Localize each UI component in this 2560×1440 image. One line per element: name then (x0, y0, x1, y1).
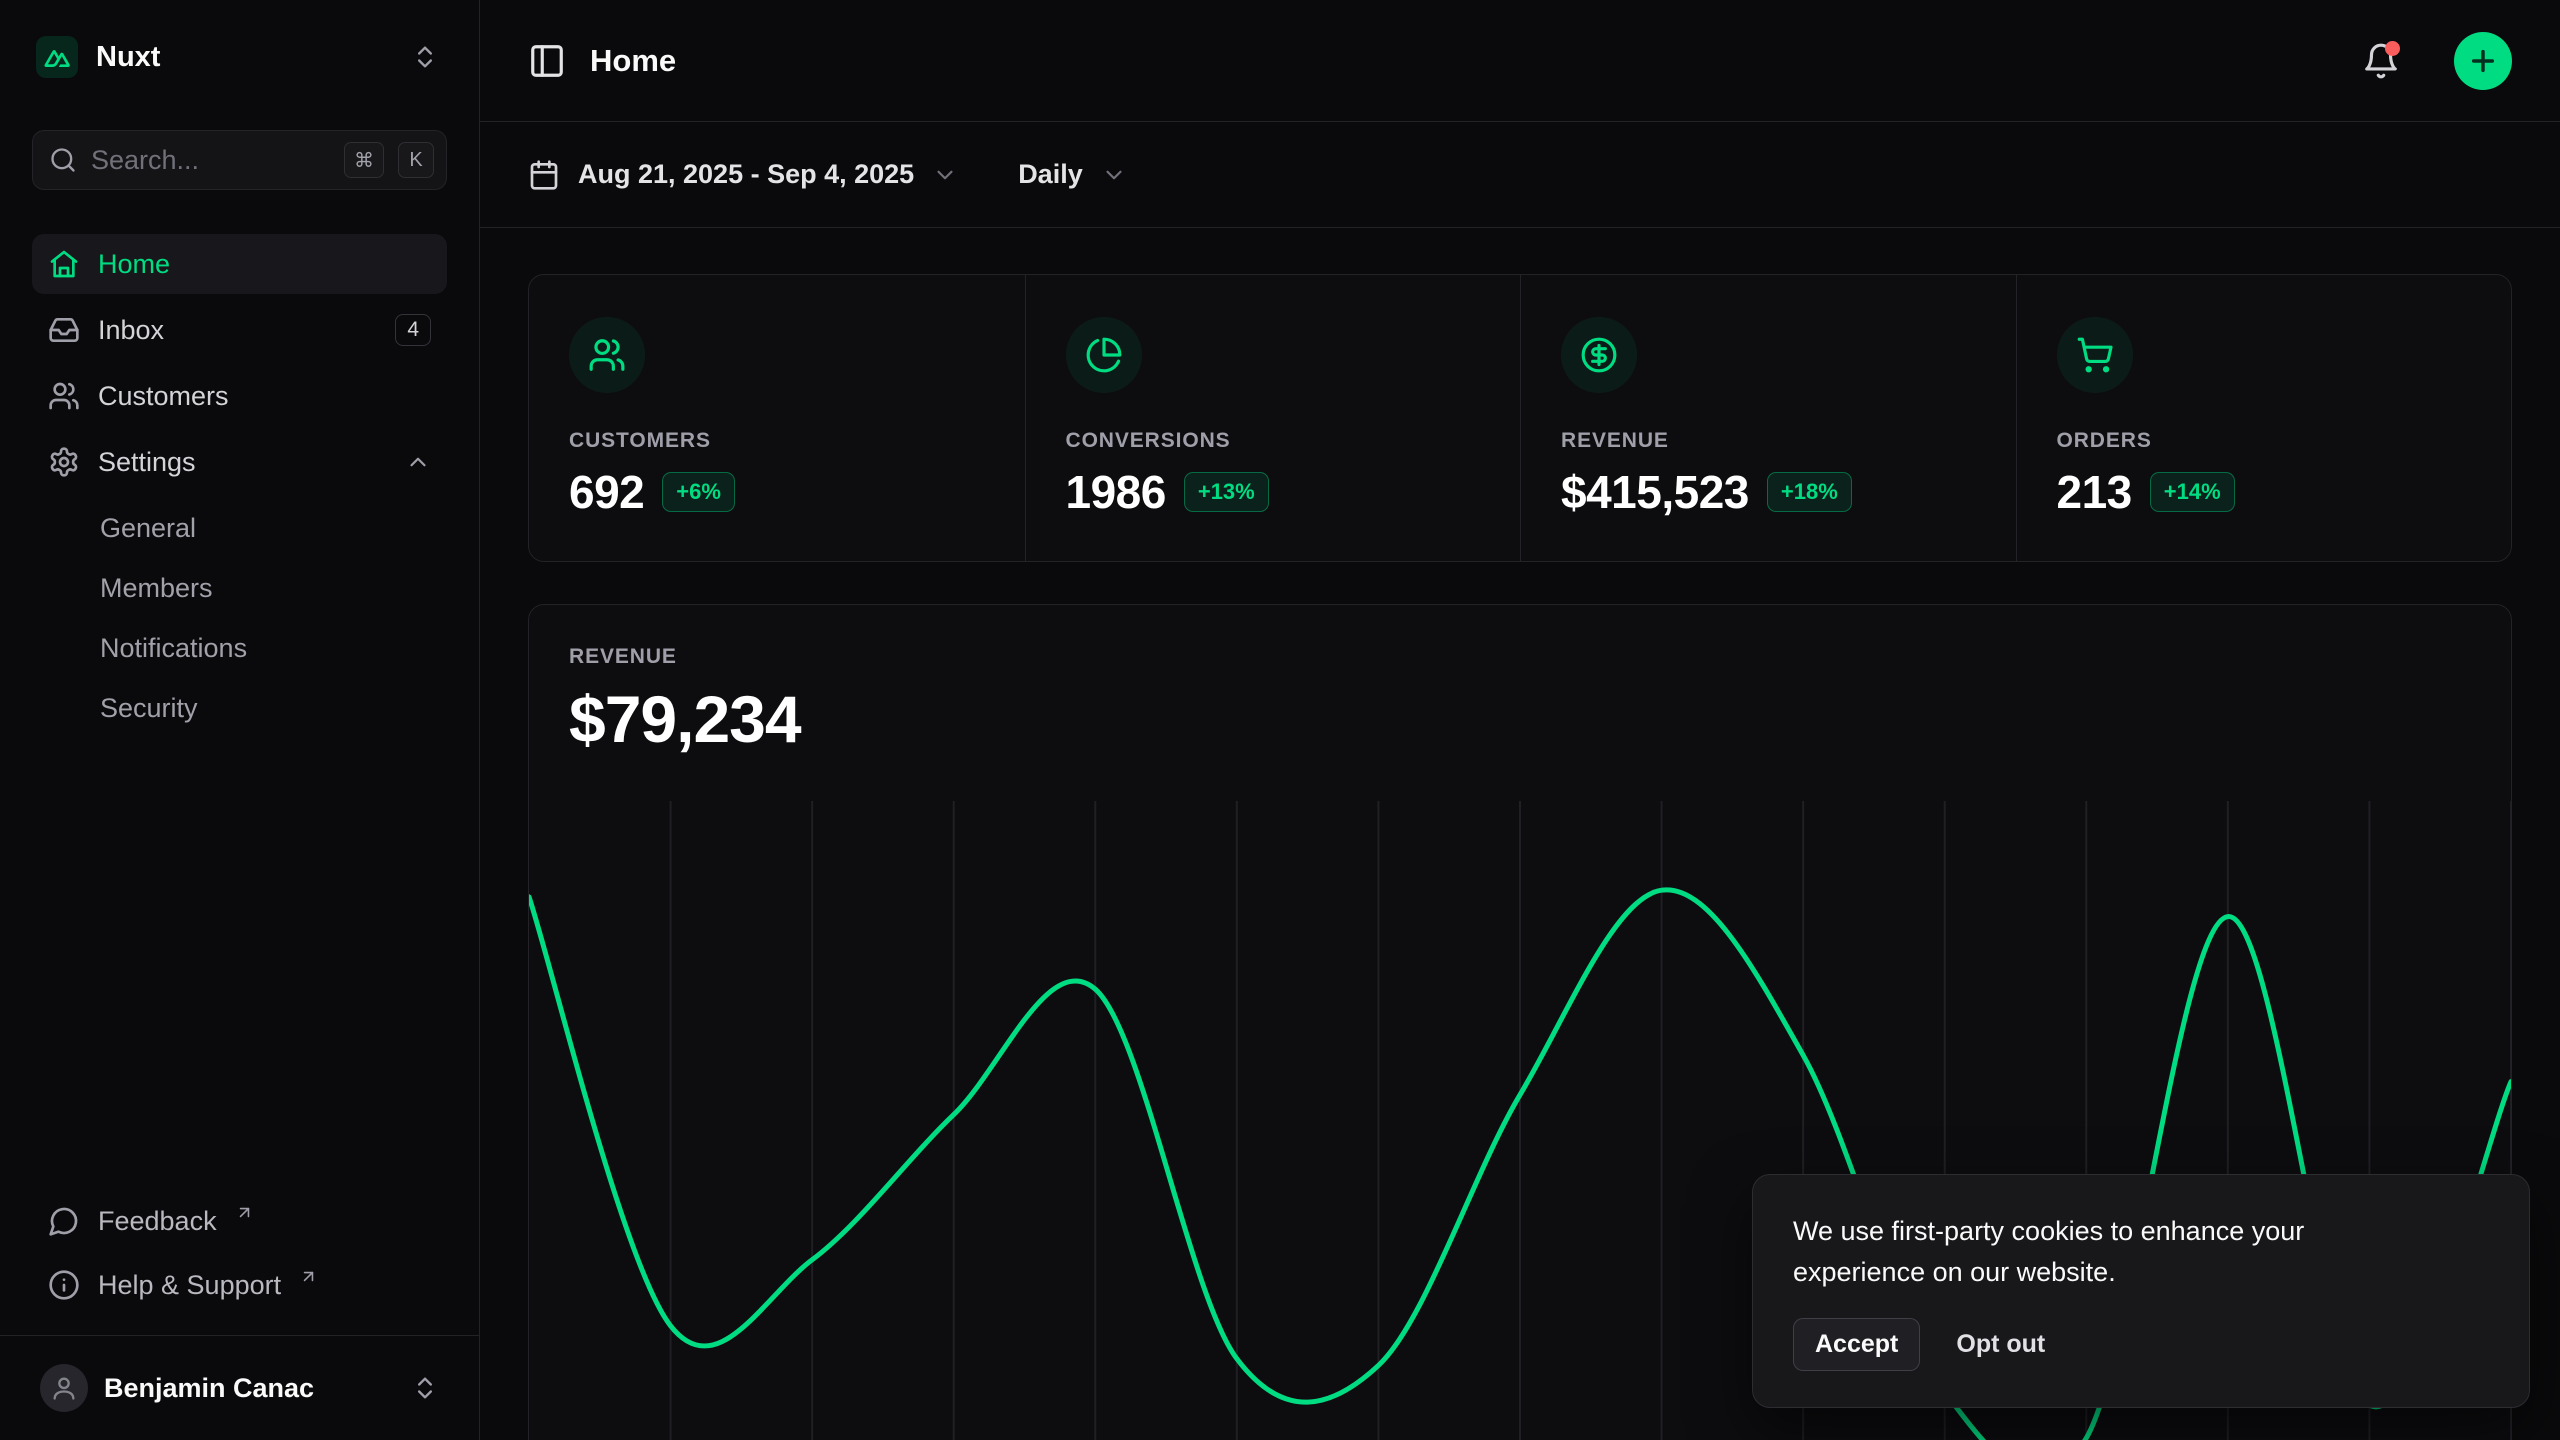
stat-delta-badge: +14% (2150, 472, 2235, 512)
help-support-label: Help & Support (98, 1270, 281, 1301)
info-circle-icon (48, 1269, 80, 1301)
sidebar-item-label: General (100, 513, 431, 544)
pie-chart-icon (1066, 317, 1142, 393)
inbox-count-badge: 4 (395, 314, 431, 346)
sidebar-item-members[interactable]: Members (32, 558, 447, 618)
page-header: Home (480, 0, 2560, 122)
kbd-k: K (398, 142, 434, 178)
brand-name: Nuxt (96, 41, 393, 74)
external-link-icon (235, 1212, 254, 1231)
revenue-panel-label: REVENUE (569, 645, 2471, 669)
sidebar-item-notifications[interactable]: Notifications (32, 618, 447, 678)
chevron-up-icon (405, 449, 431, 475)
nuxt-logo-icon (36, 36, 78, 78)
chevrons-up-down-icon (411, 1374, 439, 1402)
kbd-cmd: ⌘ (344, 142, 384, 178)
sidebar-item-inbox[interactable]: Inbox 4 (32, 300, 447, 360)
sidebar-footer: Feedback Help & Support (32, 1193, 447, 1335)
date-range-picker[interactable]: Aug 21, 2025 - Sep 4, 2025 (528, 159, 958, 191)
user-section: Benjamin Canac (0, 1335, 479, 1440)
stat-label: CONVERSIONS (1066, 429, 1481, 453)
filter-bar: Aug 21, 2025 - Sep 4, 2025 Daily (480, 122, 2560, 228)
message-bubble-icon (48, 1205, 80, 1237)
opt-out-button[interactable]: Opt out (1956, 1330, 2045, 1359)
revenue-panel-value: $79,234 (569, 681, 2471, 757)
period-select[interactable]: Daily (1018, 159, 1127, 190)
stat-card-orders[interactable]: ORDERS 213 +14% (2016, 275, 2512, 561)
page-title: Home (590, 43, 2338, 79)
user-menu[interactable]: Benjamin Canac (32, 1358, 447, 1418)
stat-delta-badge: +6% (662, 472, 735, 512)
chevrons-up-down-icon (411, 43, 439, 71)
users-icon (48, 380, 80, 412)
sidebar-item-label: Security (100, 693, 431, 724)
dollar-circle-icon (1561, 317, 1637, 393)
sidebar-item-general[interactable]: General (32, 498, 447, 558)
sidebar-item-label: Home (98, 249, 431, 280)
stat-card-revenue[interactable]: REVENUE $415,523 +18% (1520, 275, 2016, 561)
search-input[interactable] (91, 145, 330, 176)
sidebar-item-label: Settings (98, 447, 387, 478)
sidebar-toggle-button[interactable] (528, 42, 566, 80)
inbox-icon (48, 314, 80, 346)
calendar-icon (528, 159, 560, 191)
stat-card-conversions[interactable]: CONVERSIONS 1986 +13% (1025, 275, 1521, 561)
home-icon (48, 248, 80, 280)
stat-card-customers[interactable]: CUSTOMERS 692 +6% (529, 275, 1025, 561)
add-button[interactable] (2454, 32, 2512, 90)
stat-value: 692 (569, 465, 644, 519)
help-support-link[interactable]: Help & Support (32, 1257, 447, 1313)
sidebar-item-label: Customers (98, 381, 431, 412)
feedback-label: Feedback (98, 1206, 217, 1237)
gear-icon (48, 446, 80, 478)
sidebar-item-security[interactable]: Security (32, 678, 447, 738)
users-icon (569, 317, 645, 393)
search-box[interactable]: ⌘ K (32, 130, 447, 190)
sidebar-item-label: Notifications (100, 633, 431, 664)
sidebar-nav: Home Inbox 4 Customers Settings (32, 234, 447, 738)
plus-icon (2467, 45, 2499, 77)
cookie-banner: We use first-party cookies to enhance yo… (1752, 1174, 2530, 1408)
avatar (40, 1364, 88, 1412)
stat-value: $415,523 (1561, 465, 1749, 519)
stat-label: ORDERS (2057, 429, 2472, 453)
chevron-down-icon (1101, 162, 1127, 188)
accept-button[interactable]: Accept (1793, 1318, 1920, 1371)
period-label: Daily (1018, 159, 1083, 190)
team-switcher[interactable]: Nuxt (32, 28, 447, 86)
stat-delta-badge: +13% (1184, 472, 1269, 512)
stat-delta-badge: +18% (1767, 472, 1852, 512)
user-name: Benjamin Canac (104, 1373, 395, 1404)
sidebar-item-home[interactable]: Home (32, 234, 447, 294)
stat-value: 213 (2057, 465, 2132, 519)
notifications-button[interactable] (2362, 42, 2400, 80)
panel-left-icon (528, 42, 566, 80)
stat-label: REVENUE (1561, 429, 1976, 453)
date-range-label: Aug 21, 2025 - Sep 4, 2025 (578, 159, 914, 190)
sidebar-item-settings[interactable]: Settings (32, 432, 447, 492)
stat-value: 1986 (1066, 465, 1166, 519)
chevron-down-icon (932, 162, 958, 188)
cookie-message: We use first-party cookies to enhance yo… (1793, 1211, 2413, 1292)
sidebar-item-customers[interactable]: Customers (32, 366, 447, 426)
sidebar-item-label: Members (100, 573, 431, 604)
sidebar: Nuxt ⌘ K Home Inb (0, 0, 480, 1440)
settings-submenu: General Members Notifications Security (32, 498, 447, 738)
feedback-link[interactable]: Feedback (32, 1193, 447, 1249)
cart-icon (2057, 317, 2133, 393)
sidebar-item-label: Inbox (98, 315, 377, 346)
external-link-icon (299, 1276, 318, 1295)
stat-label: CUSTOMERS (569, 429, 985, 453)
stats-row: CUSTOMERS 692 +6% CONVERSIONS 1986 +13% (528, 274, 2512, 562)
notification-dot (2385, 41, 2400, 56)
search-icon (49, 146, 77, 174)
